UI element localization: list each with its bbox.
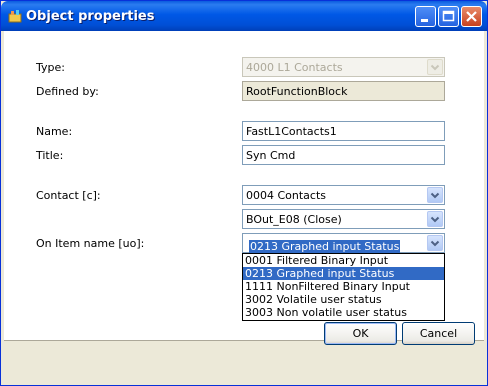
app-icon — [8, 10, 22, 23]
list-option[interactable]: 3002 Volatile user status — [243, 293, 444, 306]
dropdown-arrow-icon[interactable] — [427, 187, 443, 203]
ok-button[interactable]: OK — [324, 322, 397, 345]
list-option[interactable]: 1111 NonFiltered Binary Input — [243, 280, 444, 293]
list-option[interactable]: 0001 Filtered Binary Input — [243, 254, 444, 267]
dropdown-arrow-icon — [427, 59, 443, 75]
on-item-options-list[interactable]: 0001 Filtered Binary Input 0213 Graphed … — [242, 253, 445, 321]
type-label: Type: — [36, 61, 65, 74]
close-icon — [466, 11, 477, 22]
contact-sub-dropdown[interactable]: BOut_E08 (Close) — [242, 209, 445, 229]
cancel-button[interactable]: Cancel — [402, 322, 475, 345]
name-label: Name: — [36, 125, 73, 138]
dropdown-arrow-icon[interactable] — [427, 211, 443, 227]
defined-by-field: RootFunctionBlock — [242, 81, 445, 101]
name-value: FastL1Contacts1 — [246, 125, 337, 138]
on-item-label: On Item name [uo]: — [36, 237, 145, 250]
minimize-button[interactable] — [415, 6, 436, 27]
type-value: 4000 L1 Contacts — [246, 61, 343, 74]
window-title: Object properties — [26, 9, 155, 24]
contact-value: 0004 Contacts — [246, 189, 327, 202]
name-input[interactable]: FastL1Contacts1 — [242, 121, 445, 141]
type-dropdown: 4000 L1 Contacts — [242, 57, 445, 77]
dropdown-arrow-icon[interactable] — [427, 235, 443, 251]
title-bar[interactable]: Object properties — [1, 1, 487, 31]
object-properties-dialog: Object properties Type: 4000 L1 Contacts… — [0, 0, 488, 386]
maximize-button[interactable] — [438, 6, 459, 27]
list-option-selected[interactable]: 0213 Graphed input Status — [243, 267, 444, 280]
title-label: Title: — [36, 149, 64, 162]
contact-label: Contact [c]: — [36, 189, 101, 202]
title-value: Syn Cmd — [246, 149, 296, 162]
maximize-icon — [442, 10, 455, 22]
defined-by-value: RootFunctionBlock — [246, 85, 348, 98]
title-input[interactable]: Syn Cmd — [242, 145, 445, 165]
contact-dropdown[interactable]: 0004 Contacts — [242, 185, 445, 205]
minimize-icon — [421, 19, 428, 22]
list-option[interactable]: 3003 Non volatile user status — [243, 306, 444, 319]
close-button[interactable] — [461, 6, 482, 27]
contact-sub-value: BOut_E08 (Close) — [246, 213, 342, 226]
button-bar — [4, 340, 484, 383]
on-item-dropdown[interactable]: 0213 Graphed input Status — [242, 233, 445, 253]
defined-by-label: Defined by: — [36, 85, 99, 98]
